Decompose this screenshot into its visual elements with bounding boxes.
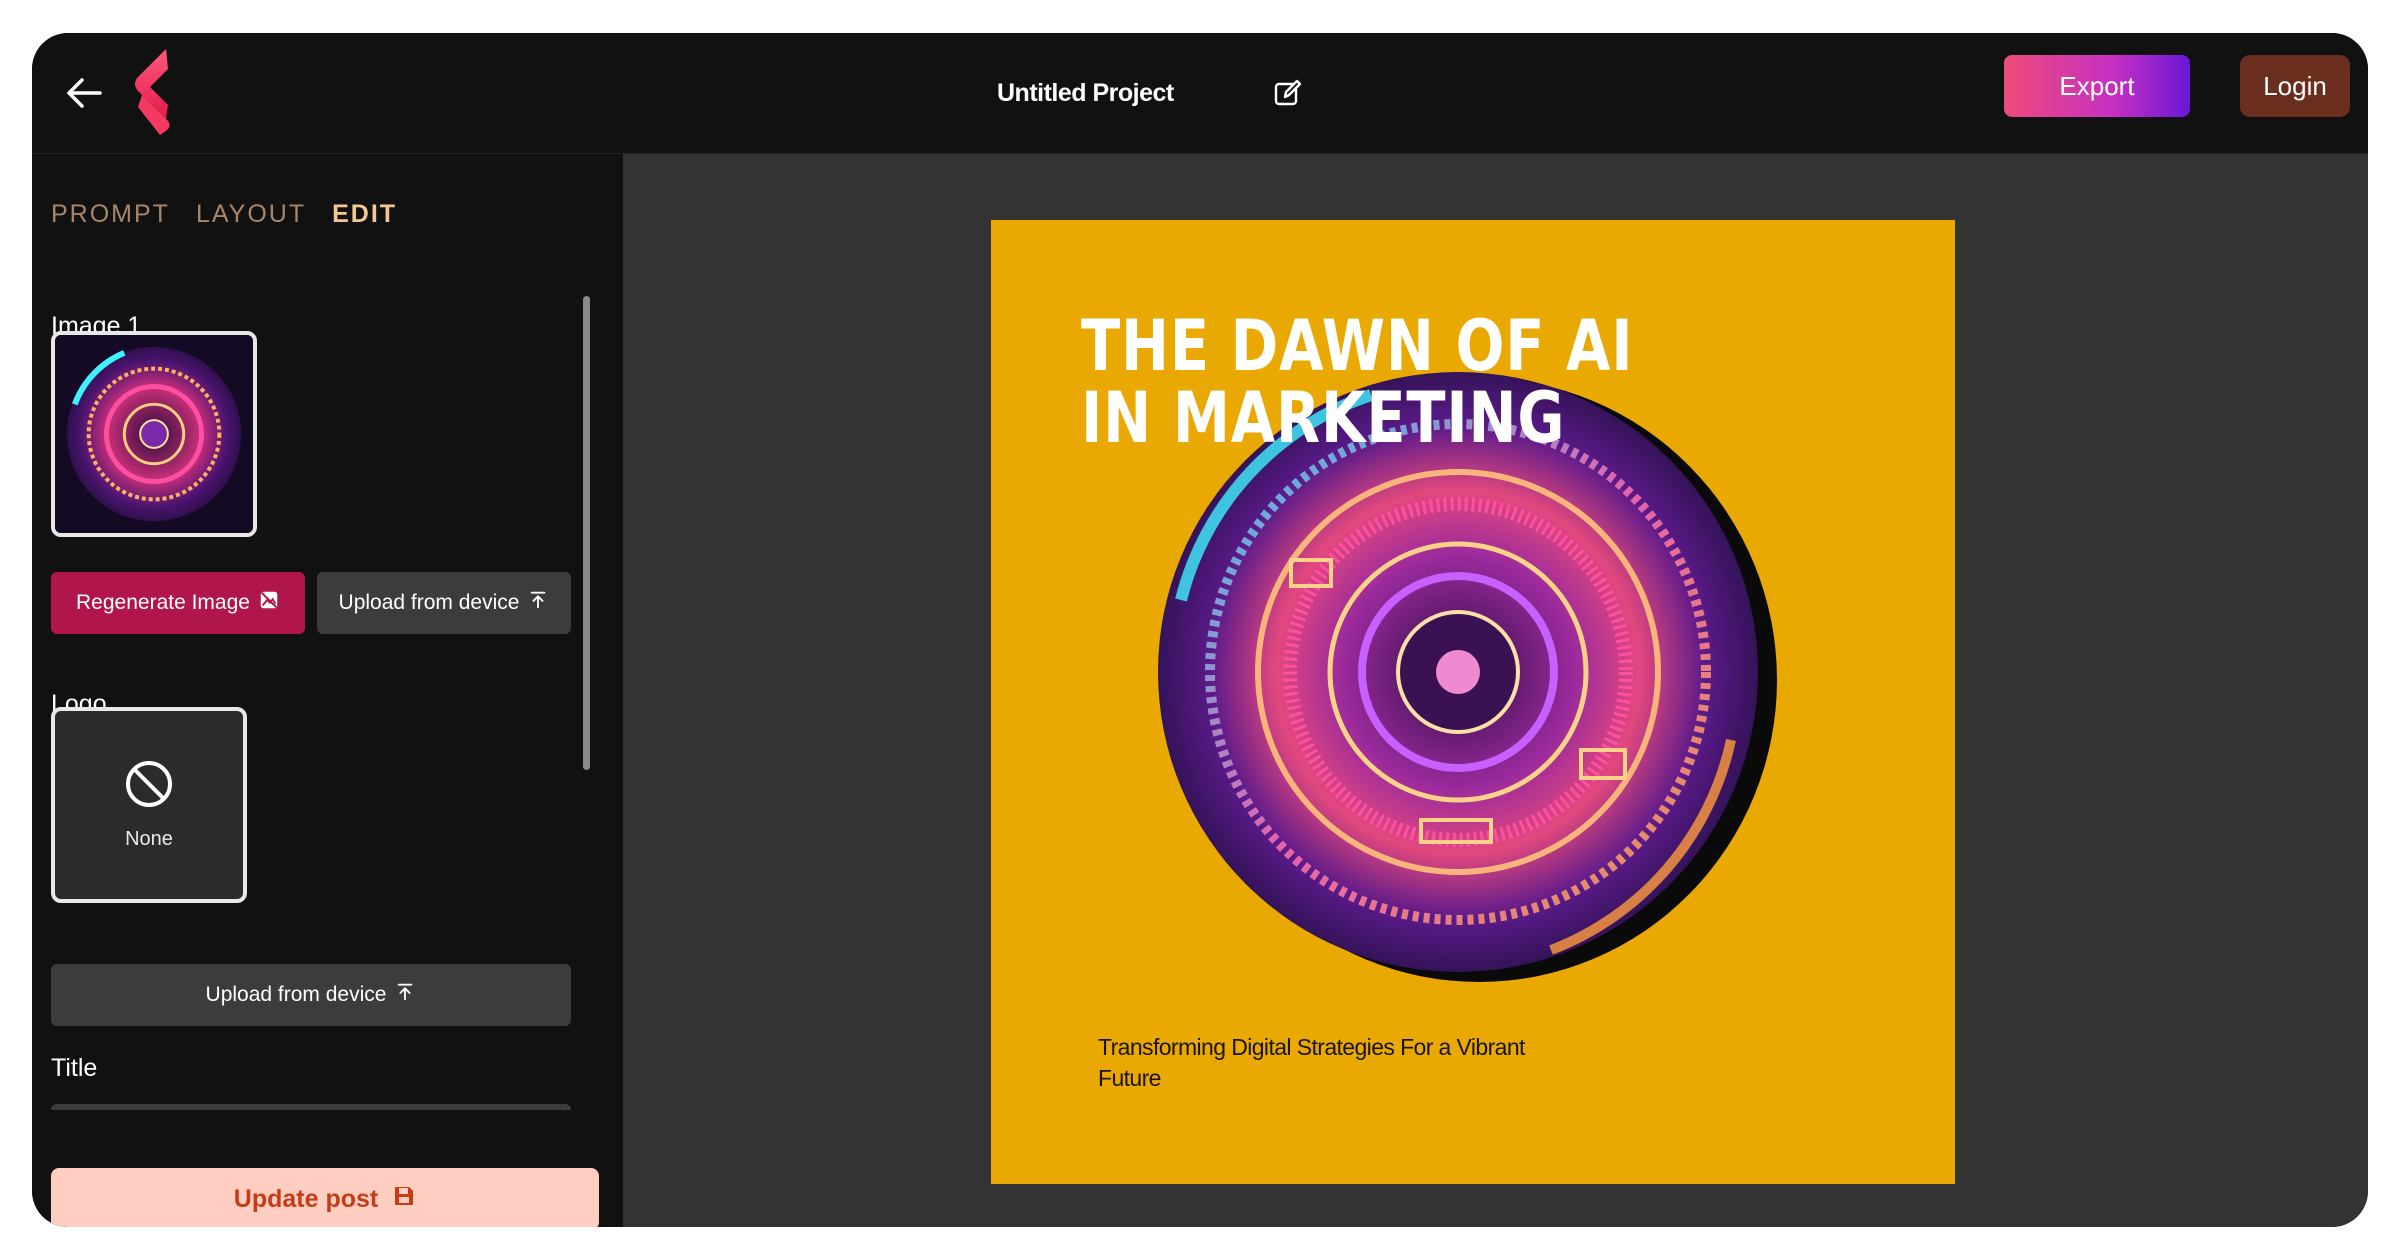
upload-label: Upload from device xyxy=(338,591,520,614)
tab-edit[interactable]: EDIT xyxy=(332,200,397,229)
sidebar-scrollbar[interactable] xyxy=(583,296,590,770)
sidebar-tabs: PROMPT LAYOUT EDIT xyxy=(51,200,397,229)
post-title[interactable]: THE DAWN OF AI IN MARKETING xyxy=(1081,310,1655,454)
tab-prompt[interactable]: PROMPT xyxy=(51,200,170,229)
image-regenerate-icon xyxy=(258,589,280,617)
ban-icon xyxy=(124,759,174,814)
editor-sidebar: PROMPT LAYOUT EDIT Image 1 Regenerate Im… xyxy=(32,154,623,1227)
title-section-label: Title xyxy=(51,1054,98,1082)
update-label: Update post xyxy=(233,1184,379,1213)
login-button[interactable]: Login xyxy=(2240,55,2350,117)
upload-logo-label: Upload from device xyxy=(205,983,387,1006)
back-arrow-icon[interactable] xyxy=(60,69,108,117)
post-title-line-1: THE DAWN OF AI xyxy=(1081,305,1634,387)
edit-pencil-icon[interactable] xyxy=(1268,73,1308,113)
floppy-save-icon xyxy=(392,1184,416,1215)
upload-arrow-icon xyxy=(527,589,549,617)
title-input[interactable] xyxy=(51,1104,571,1110)
regenerate-label: Regenerate Image xyxy=(76,591,250,614)
post-title-line-2: IN MARKETING xyxy=(1081,377,1566,459)
top-bar: Untitled Project Export Login xyxy=(32,33,2368,154)
logo-none-option[interactable]: None xyxy=(51,707,247,903)
upload-image-button[interactable]: Upload from device xyxy=(317,572,571,634)
brand-logo-icon[interactable] xyxy=(128,47,184,137)
upload-arrow-icon xyxy=(394,981,416,1009)
regenerate-image-button[interactable]: Regenerate Image xyxy=(51,572,305,634)
canvas-area: THE DAWN OF AI IN MARKETING Transforming… xyxy=(623,154,2368,1227)
post-preview[interactable]: THE DAWN OF AI IN MARKETING Transforming… xyxy=(991,220,1955,1184)
upload-logo-button[interactable]: Upload from device xyxy=(51,964,571,1026)
project-title[interactable]: Untitled Project xyxy=(997,71,1174,115)
image-thumbnail[interactable] xyxy=(51,331,257,537)
logo-none-label: None xyxy=(125,828,173,850)
update-post-button[interactable]: Update post xyxy=(51,1168,599,1227)
app-window: Untitled Project Export Login PROMPT LAY… xyxy=(32,33,2368,1227)
post-subtitle[interactable]: Transforming Digital Strategies For a Vi… xyxy=(1098,1032,1568,1094)
tab-layout[interactable]: LAYOUT xyxy=(196,200,306,229)
export-button[interactable]: Export xyxy=(2004,55,2190,117)
